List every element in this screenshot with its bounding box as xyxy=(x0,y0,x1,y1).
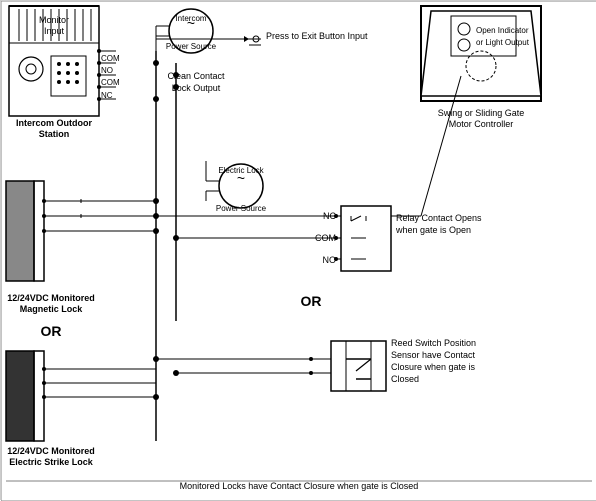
svg-text:COM: COM xyxy=(101,54,120,63)
svg-text:Lock Output: Lock Output xyxy=(172,83,221,93)
wiring-diagram: Monitor Input COM NO COM NC Intercom Out… xyxy=(0,0,596,500)
svg-text:Closure when gate is: Closure when gate is xyxy=(391,362,476,372)
svg-text:Magnetic Lock: Magnetic Lock xyxy=(20,304,84,314)
svg-text:12/24VDC Monitored: 12/24VDC Monitored xyxy=(7,446,95,456)
svg-text:Relay Contact Opens: Relay Contact Opens xyxy=(396,213,482,223)
svg-text:Electric Strike Lock: Electric Strike Lock xyxy=(9,457,94,467)
svg-text:Input: Input xyxy=(44,26,65,36)
svg-text:Electric Lock: Electric Lock xyxy=(218,166,264,175)
svg-text:Monitored Locks have Contact C: Monitored Locks have Contact Closure whe… xyxy=(180,481,419,491)
svg-text:or Light Output: or Light Output xyxy=(476,38,530,47)
svg-text:Motor Controller: Motor Controller xyxy=(449,119,514,129)
svg-text:Power Source: Power Source xyxy=(216,204,267,213)
svg-text:Reed Switch Position: Reed Switch Position xyxy=(391,338,476,348)
svg-text:Intercom: Intercom xyxy=(175,14,206,23)
svg-text:Station: Station xyxy=(39,129,70,139)
svg-text:Press to Exit Button Input: Press to Exit Button Input xyxy=(266,31,368,41)
svg-text:12/24VDC Monitored: 12/24VDC Monitored xyxy=(7,293,95,303)
svg-text:Sensor have Contact: Sensor have Contact xyxy=(391,350,476,360)
svg-text:Power Source: Power Source xyxy=(166,42,217,51)
svg-text:NO: NO xyxy=(323,255,337,265)
svg-text:COM: COM xyxy=(101,78,120,87)
svg-text:NO: NO xyxy=(101,66,113,75)
svg-text:Intercom Outdoor: Intercom Outdoor xyxy=(16,118,92,128)
svg-text:Monitor: Monitor xyxy=(39,15,69,25)
svg-text:Closed: Closed xyxy=(391,374,419,384)
svg-text:NC: NC xyxy=(101,91,113,100)
svg-text:when gate is Open: when gate is Open xyxy=(395,225,471,235)
svg-text:OR: OR xyxy=(41,323,62,339)
svg-text:Open Indicator: Open Indicator xyxy=(476,26,529,35)
svg-text:OR: OR xyxy=(301,293,322,309)
